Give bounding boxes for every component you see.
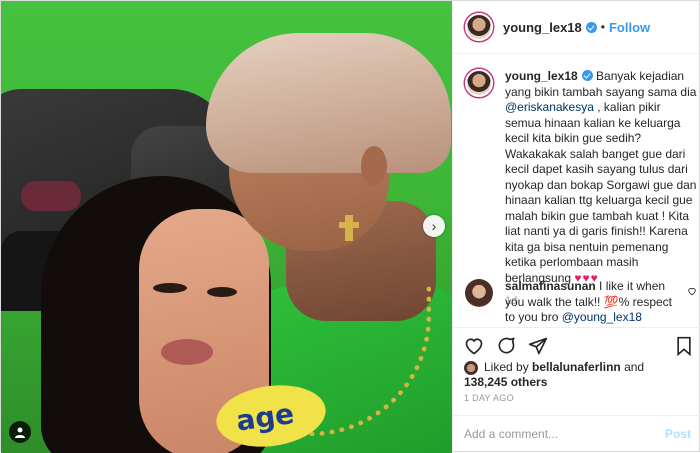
likes-summary: Liked by bellalunaferlinn and 138,245 ot… bbox=[464, 360, 645, 389]
comment-text: salmafinasunan I like it when you walk t… bbox=[505, 279, 673, 324]
mention-link[interactable]: @eriskanakesya bbox=[505, 100, 594, 114]
likes-count-link[interactable]: 138,245 others bbox=[464, 375, 547, 389]
follow-button[interactable]: Follow bbox=[609, 20, 650, 35]
action-bar bbox=[452, 327, 700, 357]
share-icon[interactable] bbox=[528, 336, 548, 356]
caption-text: young_lex18 Banyak kejadian yang bikin t… bbox=[505, 69, 697, 285]
post-photo[interactable]: age bbox=[1, 1, 452, 453]
comment-username[interactable]: salmafinasunan bbox=[505, 279, 596, 293]
comment-input[interactable]: Add a comment... bbox=[464, 427, 558, 441]
caption-username[interactable]: young_lex18 bbox=[505, 69, 578, 83]
comment: salmafinasunan I like it when you walk t… bbox=[465, 279, 697, 326]
liker-link[interactable]: bellalunaferlinn bbox=[532, 360, 621, 374]
instagram-post: age › young_lex18 • Follow young_lex18 B… bbox=[0, 0, 700, 453]
tag-user-icon[interactable] bbox=[9, 421, 31, 443]
post-timestamp: 1 DAY AGO bbox=[464, 393, 514, 403]
comment-icon[interactable] bbox=[496, 336, 516, 356]
avatar[interactable] bbox=[465, 279, 493, 307]
username-link[interactable]: young_lex18 bbox=[503, 20, 582, 35]
caption: young_lex18 Banyak kejadian yang bikin t… bbox=[465, 69, 697, 307]
bookmark-icon[interactable] bbox=[674, 336, 694, 356]
avatar[interactable] bbox=[465, 69, 493, 97]
avatar[interactable] bbox=[464, 361, 478, 375]
add-comment-bar: Add a comment... Post bbox=[452, 415, 700, 453]
heart-icon[interactable] bbox=[464, 336, 484, 356]
post-button[interactable]: Post bbox=[665, 427, 691, 441]
next-arrow-icon[interactable]: › bbox=[423, 215, 445, 237]
post-header: young_lex18 • Follow bbox=[453, 1, 700, 54]
verified-badge-icon bbox=[585, 21, 597, 33]
avatar[interactable] bbox=[465, 13, 493, 41]
mention-link[interactable]: @young_lex18 bbox=[562, 310, 642, 324]
verified-badge-icon bbox=[581, 70, 593, 81]
heart-icon[interactable] bbox=[687, 286, 697, 296]
